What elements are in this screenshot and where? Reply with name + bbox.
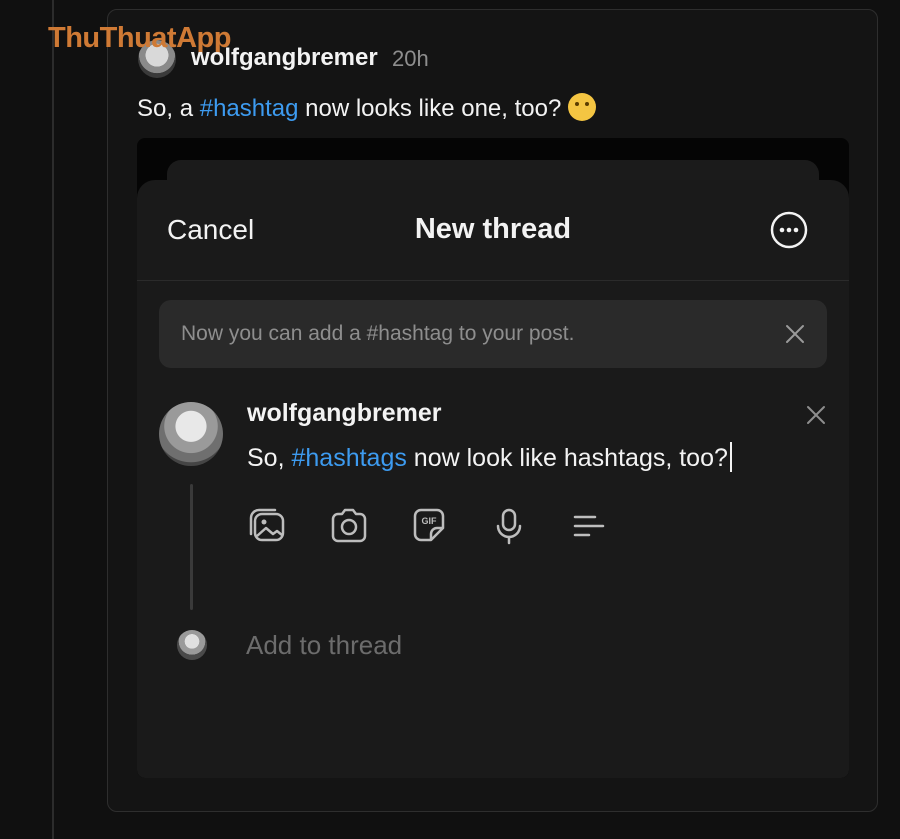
microphone-icon[interactable] [487,504,531,548]
ellipsis-circle-icon[interactable] [770,211,808,249]
composer-hashtag: #hashtags [291,444,407,472]
sheet-header: Cancel New thread [137,180,849,281]
post-text-end: now looks like one, too? [298,95,568,122]
thread-connector-line [190,484,193,610]
post-text: So, a #hashtag now looks like one, too? [137,93,596,123]
close-icon[interactable] [783,322,807,346]
poll-icon[interactable] [567,504,611,548]
post-text-start: So, a [137,95,200,122]
add-to-thread-input[interactable]: Add to thread [246,630,402,661]
hashtag-info-banner: Now you can add a #hashtag to your post. [159,300,827,368]
add-thread-avatar [177,630,207,660]
composer-text-start: So, [247,444,292,472]
composer-username: wolfgangbremer [247,399,442,427]
composer-text-input[interactable]: So, #hashtags now look like hashtags, to… [247,442,732,473]
gallery-icon[interactable] [247,504,291,548]
post-media-screenshot: Cancel New thread Now you can add a #has… [137,138,849,778]
gif-icon[interactable]: GIF [407,504,451,548]
post-timestamp: 20h [392,46,429,71]
sheet-title: New thread [414,213,572,245]
text-caret [729,442,732,472]
composer-text-end: now look like hashtags, too? [406,444,728,472]
composer-avatar [159,402,223,466]
left-divider [52,0,54,839]
close-icon[interactable] [805,404,827,426]
post-username[interactable]: wolfgangbremer [191,44,378,72]
banner-text: Now you can add a #hashtag to your post. [181,322,575,345]
svg-text:GIF: GIF [422,516,438,526]
camera-icon[interactable] [327,504,371,548]
post-hashtag-link[interactable]: #hashtag [200,95,299,122]
thinking-face-emoji-icon [567,93,596,121]
new-thread-sheet: Cancel New thread Now you can add a #has… [137,180,849,778]
